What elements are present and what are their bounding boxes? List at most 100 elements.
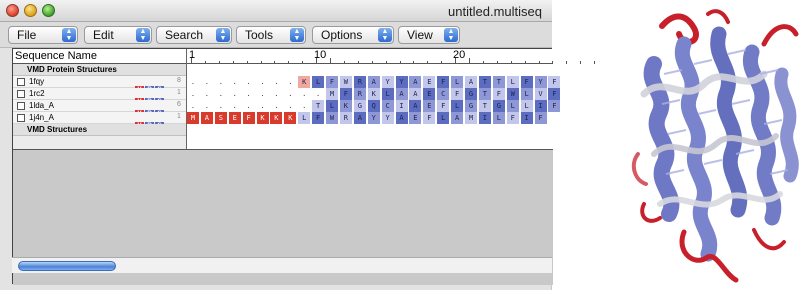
residue-cell[interactable]: F	[437, 100, 450, 112]
title-bar[interactable]: untitled.multiseq	[0, 0, 552, 22]
residue-cell[interactable]: .	[229, 88, 241, 100]
residue-cell[interactable]: L	[312, 76, 325, 88]
residue-cell[interactable]: A	[409, 100, 422, 112]
residue-cell[interactable]: .	[215, 76, 227, 88]
residue-cell[interactable]: .	[270, 88, 282, 100]
residue-cell[interactable]: .	[257, 76, 269, 88]
residue-cell[interactable]: E	[409, 112, 422, 124]
residue-cell[interactable]: T	[312, 100, 325, 112]
edit-menu[interactable]: Edit ▲ ▼	[84, 26, 152, 44]
residue-cell[interactable]: I	[395, 100, 408, 112]
residue-cell[interactable]: .	[298, 88, 310, 100]
residue-cell[interactable]: L	[298, 112, 311, 124]
residue-cell[interactable]: K	[367, 88, 380, 100]
residue-cell[interactable]: A	[409, 88, 422, 100]
residue-cell[interactable]: K	[298, 76, 311, 88]
residue-cell[interactable]: L	[437, 112, 450, 124]
residue-cell[interactable]: G	[465, 100, 477, 112]
residue-cell[interactable]: K	[256, 112, 269, 124]
residue-cell[interactable]: I	[520, 112, 533, 124]
residue-cell[interactable]: V	[534, 88, 547, 100]
residue-cell[interactable]: Y	[381, 112, 394, 124]
residue-cell[interactable]: .	[284, 88, 296, 100]
residue-cell[interactable]: L	[506, 76, 519, 88]
residue-cell[interactable]: A	[465, 76, 477, 88]
scrollbar-thumb[interactable]	[18, 261, 116, 271]
residue-cell[interactable]: .	[201, 88, 213, 100]
sequence-checkbox[interactable]	[17, 90, 25, 98]
residue-cell[interactable]: .	[215, 100, 227, 112]
residue-cell[interactable]: M	[326, 88, 338, 100]
residue-cell[interactable]: E	[228, 112, 241, 124]
residue-cell[interactable]: Y	[395, 76, 408, 88]
minimize-button[interactable]	[24, 4, 37, 17]
view-menu[interactable]: View ▲ ▼	[398, 26, 460, 44]
residue-cell[interactable]: F	[326, 76, 338, 88]
residue-cell[interactable]: L	[451, 76, 464, 88]
residue-cell[interactable]: F	[492, 88, 505, 100]
residue-cell[interactable]: G	[492, 100, 505, 112]
residue-cell[interactable]: A	[395, 112, 408, 124]
residue-cell[interactable]: .	[229, 76, 241, 88]
residue-cell[interactable]: R	[339, 112, 352, 124]
residue-cell[interactable]: .	[201, 76, 213, 88]
residue-cell[interactable]: .	[187, 100, 199, 112]
residue-cell[interactable]: .	[257, 88, 269, 100]
residue-cell[interactable]: F	[534, 112, 547, 124]
residue-cell[interactable]: F	[506, 112, 519, 124]
sequence-row-name[interactable]: 1rc2 VRS 1	[13, 88, 186, 106]
residue-cell[interactable]: T	[478, 88, 491, 100]
residue-cell[interactable]: L	[381, 88, 394, 100]
residue-cell[interactable]: .	[187, 76, 199, 88]
residue-cell[interactable]: .	[284, 76, 296, 88]
residue-cell[interactable]: S	[214, 112, 227, 124]
residue-cell[interactable]: A	[395, 88, 408, 100]
residue-cell[interactable]: T	[478, 100, 491, 112]
residue-cell[interactable]: .	[243, 88, 255, 100]
residue-cell[interactable]: T	[492, 76, 505, 88]
residue-cell[interactable]: F	[242, 112, 255, 124]
residue-cell[interactable]: W	[339, 76, 352, 88]
residue-cell[interactable]: M	[187, 112, 199, 124]
zoom-button[interactable]	[42, 4, 55, 17]
sequence-alignment-grid[interactable]: ........KLFWRAYYAEFLATTLFYF..........MFR…	[187, 64, 561, 149]
residue-cell[interactable]: F	[423, 112, 436, 124]
file-menu[interactable]: File ▲ ▼	[8, 26, 78, 44]
residue-cell[interactable]: L	[326, 100, 338, 112]
sequence-row-name[interactable]: 1fqy VRS 8	[13, 76, 186, 94]
residue-cell[interactable]: .	[187, 88, 199, 100]
residue-cell[interactable]: .	[243, 76, 255, 88]
residue-cell[interactable]: .	[270, 100, 282, 112]
residue-cell[interactable]: .	[312, 88, 324, 100]
residue-cell[interactable]: L	[520, 100, 533, 112]
residue-cell[interactable]: R	[353, 88, 366, 100]
alignment-row[interactable]: .........TLKGQCIAEFLGTGLLIF	[187, 100, 561, 112]
residue-cell[interactable]: F	[548, 100, 561, 112]
residue-cell[interactable]: Q	[367, 100, 380, 112]
residue-cell[interactable]: E	[423, 100, 436, 112]
residue-cell[interactable]: K	[284, 112, 297, 124]
residue-cell[interactable]: G	[465, 88, 477, 100]
residue-cell[interactable]: F	[548, 76, 561, 88]
residue-cell[interactable]: Y	[367, 112, 380, 124]
residue-cell[interactable]: .	[270, 76, 282, 88]
residue-cell[interactable]: A	[367, 76, 380, 88]
alignment-row[interactable]: MASEFKKKLFWRAYYAEFLAMILFIF	[187, 112, 553, 124]
residue-cell[interactable]: Y	[381, 76, 394, 88]
residue-cell[interactable]: I	[534, 100, 547, 112]
residue-cell[interactable]: A	[200, 112, 213, 124]
residue-cell[interactable]: E	[423, 76, 436, 88]
residue-cell[interactable]: Y	[534, 76, 547, 88]
sequence-row-name[interactable]: 1j4n_A VRS 1	[13, 112, 186, 130]
residue-cell[interactable]: F	[312, 112, 325, 124]
residue-cell[interactable]: W	[506, 88, 519, 100]
residue-cell[interactable]: A	[409, 76, 422, 88]
options-menu[interactable]: Options ▲ ▼	[312, 26, 394, 44]
group-header-structures[interactable]: VMD Structures	[13, 124, 186, 136]
residue-cell[interactable]: L	[506, 100, 519, 112]
residue-cell[interactable]: .	[229, 100, 241, 112]
residue-cell[interactable]: R	[353, 76, 366, 88]
residue-cell[interactable]: M	[465, 112, 477, 124]
sequence-checkbox[interactable]	[17, 78, 25, 86]
residue-cell[interactable]: K	[270, 112, 283, 124]
